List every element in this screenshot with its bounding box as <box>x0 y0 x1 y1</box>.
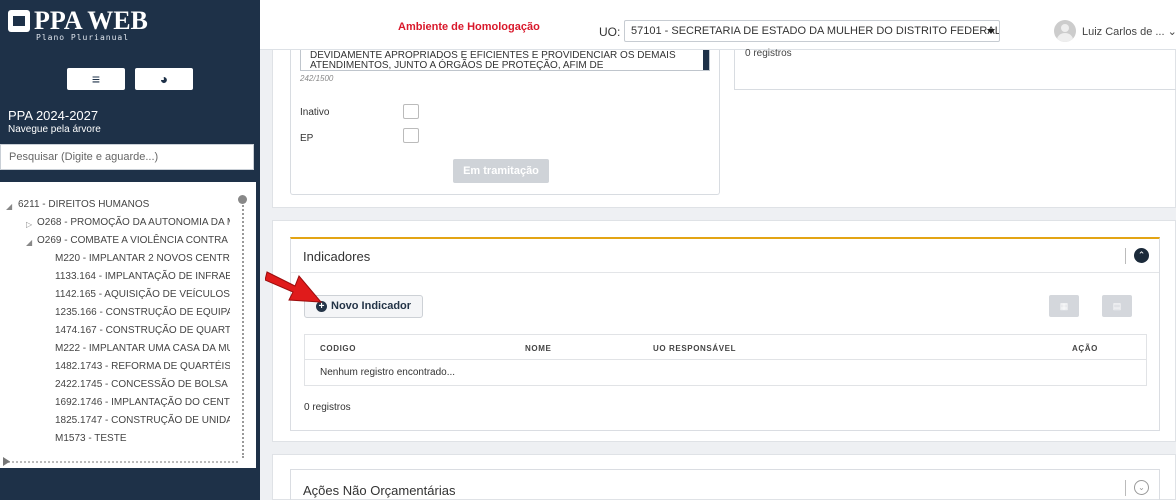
tree-scrollbar-handle[interactable] <box>238 195 247 204</box>
expand-down-icon[interactable]: ⌄ <box>1134 480 1149 495</box>
export-excel-button[interactable]: ▦ <box>1049 295 1079 317</box>
annotation-arrow-shape <box>265 271 323 303</box>
uo-label: UO: <box>599 25 621 39</box>
collapse-up-icon[interactable]: ⌃ <box>1134 248 1149 263</box>
expanded-arrow-icon[interactable]: ◢ <box>6 202 12 211</box>
em-tramitacao-button[interactable]: Em tramitação <box>453 159 549 183</box>
ep-label: EP <box>300 133 314 144</box>
indicadores-header: Indicadores ⌃ <box>291 239 1159 273</box>
hamburger-icon: ≡ <box>91 71 101 87</box>
main-content: DEVIDAMENTE APROPRIADOS E EFICIENTES E P… <box>260 48 1176 500</box>
tree-node-o269[interactable]: O269 - COMBATE A VIOLÊNCIA CONTRA / <box>37 232 230 250</box>
logo-subtitle: Plano Plurianual <box>36 33 130 42</box>
export-pdf-button[interactable]: ▤ <box>1102 295 1132 317</box>
column-header-nome[interactable]: NOME <box>525 344 551 353</box>
environment-label: Ambiente de Homologação <box>398 21 540 33</box>
char-counter: 242/1500 <box>300 74 334 83</box>
tree-node[interactable]: 1235.166 - CONSTRUÇÃO DE EQUIPA <box>55 304 230 322</box>
column-header-codigo[interactable]: CODIGO <box>320 344 356 353</box>
details-card: DEVIDAMENTE APROPRIADOS E EFICIENTES E P… <box>272 48 1176 208</box>
inativo-label: Inativo <box>300 107 330 118</box>
collapsed-arrow-icon[interactable]: ▷ <box>26 220 32 229</box>
caret-down-icon <box>987 29 995 34</box>
acoes-panel: Ações Não Orçamentárias ⌄ <box>290 469 1160 500</box>
navigation-tree: ◢ 6211 - DIREITOS HUMANOS ▷ O268 - PROMO… <box>0 182 256 468</box>
tree-horizontal-scrollbar[interactable] <box>8 461 238 463</box>
sidebar: PPA WEB Plano Plurianual ≡ ◕ PPA 2024-20… <box>0 0 260 500</box>
indicadores-card: Indicadores ⌃ + Novo Indicador ▦ ▤ CODIG… <box>272 220 1176 442</box>
divider <box>1125 248 1126 264</box>
details-form: DEVIDAMENTE APROPRIADOS E EFICIENTES E P… <box>290 50 720 195</box>
tree-node[interactable]: 1482.1743 - REFORMA DE QUARTÉIS <box>55 358 230 376</box>
pdf-file-icon: ▤ <box>1112 301 1122 311</box>
divider <box>1125 480 1126 496</box>
tree-node-o268[interactable]: O268 - PROMOÇÃO DA AUTONOMIA DA M <box>37 214 230 232</box>
acoes-title: Ações Não Orçamentárias <box>303 483 456 498</box>
tree-node-6211[interactable]: 6211 - DIREITOS HUMANOS <box>18 196 149 214</box>
menu-button[interactable]: ≡ <box>67 68 125 90</box>
ppa-subtitle: Navegue pela árvore <box>8 124 101 135</box>
indicadores-panel: Indicadores ⌃ + Novo Indicador ▦ ▤ CODIG… <box>290 237 1160 431</box>
expanded-arrow-icon[interactable]: ◢ <box>26 238 32 247</box>
indicadores-registros-count: 0 registros <box>304 402 351 413</box>
indicadores-table: CODIGO NOME UO RESPONSÁVEL AÇÃO Nenhum r… <box>304 334 1147 386</box>
description-text: DEVIDAMENTE APROPRIADOS E EFICIENTES E P… <box>310 50 676 71</box>
column-header-acao: AÇÃO <box>1072 344 1098 353</box>
ppa-title: PPA 2024-2027 <box>8 108 99 123</box>
user-avatar[interactable] <box>1054 20 1076 42</box>
excel-file-icon: ▦ <box>1059 301 1069 311</box>
tree-node[interactable]: 1142.165 - AQUISIÇÃO DE VEÍCULOS <box>55 286 230 304</box>
dashboard-button[interactable]: ◕ <box>135 68 193 90</box>
tree-node[interactable]: 1692.1746 - IMPLANTAÇÃO DO CENTI <box>55 394 230 412</box>
logo-title: PPA WEB <box>34 6 148 35</box>
tree-node[interactable]: M1573 - TESTE <box>55 430 230 448</box>
pie-chart-icon: ◕ <box>159 71 169 87</box>
annotation-arrow-icon <box>265 271 323 303</box>
tree-vertical-scrollbar[interactable] <box>242 198 245 458</box>
uo-select[interactable]: 57101 - SECRETARIA DE ESTADO DA MULHER D… <box>624 20 1000 42</box>
app-logo[interactable]: PPA WEB Plano Plurianual <box>8 6 178 42</box>
table-divider <box>305 359 1146 360</box>
tree-node[interactable]: 1474.167 - CONSTRUÇÃO DE QUART: <box>55 322 230 340</box>
column-header-uo-responsavel[interactable]: UO RESPONSÁVEL <box>653 344 736 353</box>
graduation-cap-icon <box>8 10 30 32</box>
tree-node[interactable]: 1133.164 - IMPLANTAÇÃO DE INFRAE <box>55 268 230 286</box>
tree-node[interactable]: M222 - IMPLANTAR UMA CASA DA MU <box>55 340 230 358</box>
inativo-checkbox[interactable] <box>403 104 419 119</box>
tree-node[interactable]: 1825.1747 - CONSTRUÇÃO DE UNIDA <box>55 412 230 430</box>
novo-indicador-label: Novo Indicador <box>331 300 412 312</box>
right-panel: 0 registros <box>734 48 1176 90</box>
uo-selected-value: 57101 - SECRETARIA DE ESTADO DA MULHER D… <box>631 25 1000 37</box>
tree-node[interactable]: M220 - IMPLANTAR 2 NOVOS CENTR( <box>55 250 230 268</box>
right-registros-count: 0 registros <box>745 48 792 59</box>
acoes-card: Ações Não Orçamentárias ⌄ <box>272 454 1176 500</box>
textarea-scrollbar[interactable] <box>703 50 709 70</box>
top-header: Ambiente de Homologação UO: 57101 - SECR… <box>260 0 1176 50</box>
tree-node[interactable]: 2422.1745 - CONCESSÃO DE BOLSA I <box>55 376 230 394</box>
description-textarea[interactable]: DEVIDAMENTE APROPRIADOS E EFICIENTES E P… <box>300 50 710 71</box>
empty-table-message: Nenhum registro encontrado... <box>320 367 456 378</box>
tree-search-input[interactable]: Pesquisar (Digite e aguarde...) <box>0 144 254 170</box>
ep-checkbox[interactable] <box>403 128 419 143</box>
user-menu[interactable]: Luiz Carlos de ... ⌄ <box>1082 25 1176 38</box>
tree-hscroll-handle[interactable] <box>3 457 10 466</box>
